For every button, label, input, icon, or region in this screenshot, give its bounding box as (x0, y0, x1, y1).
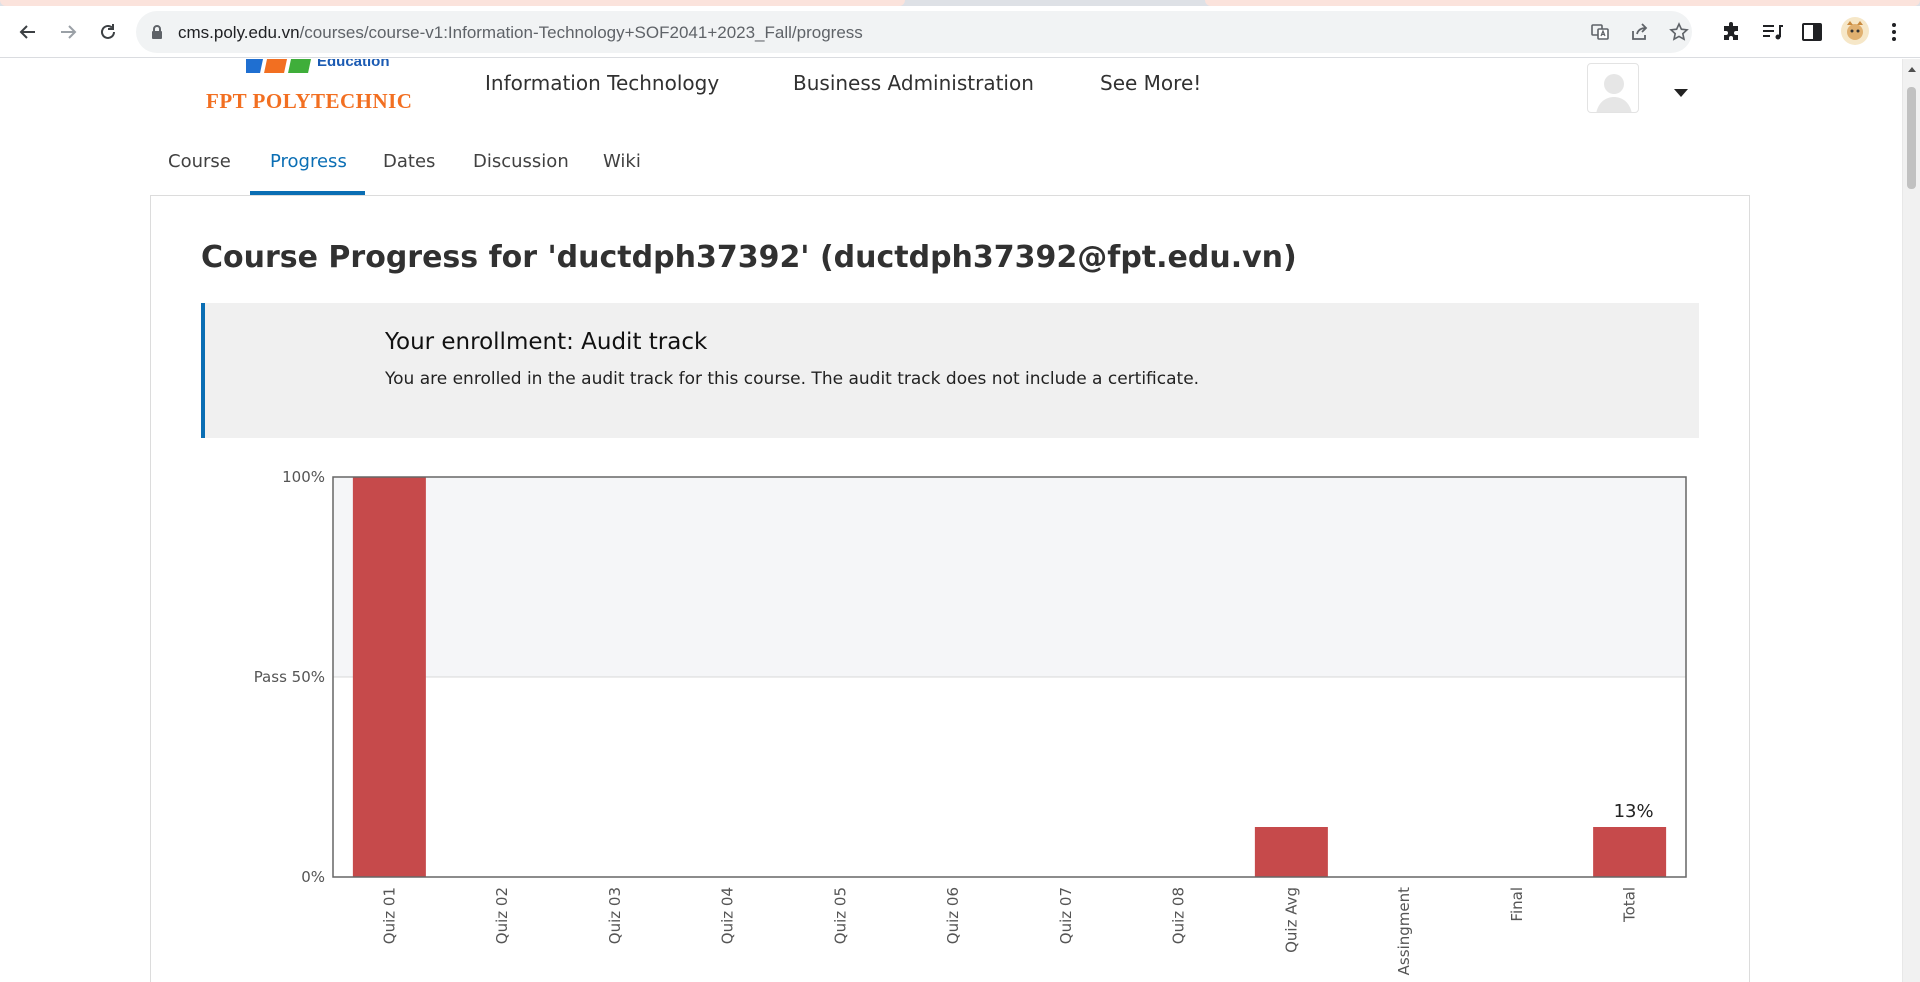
enrollment-message: You are enrolled in the audit track for … (385, 369, 1200, 389)
y-tick-label: 100% (282, 468, 325, 486)
user-menu-caret-icon[interactable] (1674, 89, 1688, 97)
fpt-logo-icon (246, 59, 314, 73)
fpt-polytechnic-logo[interactable]: Education FPT POLYTECHNIC (206, 59, 420, 115)
tab-discussion[interactable]: Discussion (473, 141, 569, 195)
user-avatar[interactable] (1587, 63, 1639, 113)
address-bar[interactable]: cms.poly.edu.vn/courses/course-v1:Inform… (136, 11, 1692, 53)
grade-chart: 100% Pass 50% 0% Quiz 01 Quiz 02 Quiz 03 Quiz … (201, 466, 1701, 982)
page-title: Course Progress for 'ductdph37392' (duct… (201, 240, 1297, 275)
progress-panel: Course Progress for 'ductdph37392' (duct… (150, 195, 1750, 982)
side-panel-icon[interactable] (1800, 20, 1824, 44)
back-button[interactable] (12, 16, 44, 48)
star-icon[interactable] (1669, 22, 1689, 42)
lock-icon (152, 25, 162, 39)
share-icon[interactable] (1630, 22, 1650, 42)
page-content: Education FPT POLYTECHNIC Information Te… (0, 59, 1920, 982)
page-scrollbar[interactable] (1902, 59, 1920, 982)
reload-icon (101, 24, 115, 39)
kebab-menu-icon[interactable] (1882, 20, 1906, 44)
data-label: 13% (1614, 801, 1654, 822)
tab-wiki[interactable]: Wiki (603, 141, 641, 195)
x-tick-label: Quiz Avg (1282, 887, 1300, 953)
extensions-icon[interactable] (1720, 20, 1744, 44)
x-tick-label: Quiz 08 (1170, 887, 1188, 944)
scrollbar-thumb[interactable] (1907, 87, 1916, 189)
browser-toolbar: cms.poly.edu.vn/courses/course-v1:Inform… (0, 6, 1920, 58)
arrow-left-icon (19, 25, 35, 39)
x-tick-label: Final (1508, 887, 1526, 922)
x-tick-label: Quiz 06 (944, 887, 962, 944)
reload-button[interactable] (92, 16, 124, 48)
bar (1593, 827, 1667, 877)
url-text: cms.poly.edu.vn/courses/course-v1:Inform… (178, 23, 863, 42)
translate-icon[interactable] (1590, 22, 1610, 42)
x-tick-label: Quiz 02 (493, 887, 511, 944)
scroll-up-arrow-icon[interactable] (1908, 67, 1916, 72)
bar (1254, 827, 1328, 877)
x-tick-label: Quiz 03 (606, 887, 624, 944)
grade-chart-svg: 100% Pass 50% 0% Quiz 01 Quiz 02 Quiz 03 Quiz … (254, 468, 1687, 975)
x-tick-label: Quiz 07 (1057, 887, 1075, 944)
tab-progress[interactable]: Progress (250, 141, 365, 195)
y-tick-label: Pass 50% (254, 668, 325, 686)
x-tick-label: Quiz 04 (719, 887, 737, 944)
bar (352, 477, 426, 877)
logo-brand-text: FPT POLYTECHNIC (206, 89, 413, 113)
x-tick-label: Total (1621, 887, 1639, 923)
nav-information-technology[interactable]: Information Technology (485, 71, 719, 95)
profile-avatar-icon[interactable] (1840, 16, 1870, 46)
user-placeholder-icon (1596, 74, 1632, 112)
media-control-icon[interactable] (1760, 20, 1784, 44)
logo-education-text: Education (317, 59, 390, 70)
x-tick-label: Quiz 05 (831, 887, 849, 944)
nav-business-administration[interactable]: Business Administration (793, 71, 1034, 95)
x-tick-label: Assingment (1395, 887, 1413, 975)
forward-button[interactable] (52, 16, 84, 48)
nav-see-more[interactable]: See More! (1100, 71, 1201, 95)
x-tick-label: Quiz 01 (380, 887, 398, 944)
arrow-right-icon (61, 25, 77, 39)
tab-dates[interactable]: Dates (383, 141, 435, 195)
y-tick-label: 0% (301, 868, 325, 886)
pass-zone (333, 477, 1686, 677)
enrollment-title: Your enrollment: Audit track (385, 329, 708, 355)
tab-course[interactable]: Course (168, 141, 231, 195)
enrollment-notice: Your enrollment: Audit track You are enr… (201, 303, 1699, 438)
